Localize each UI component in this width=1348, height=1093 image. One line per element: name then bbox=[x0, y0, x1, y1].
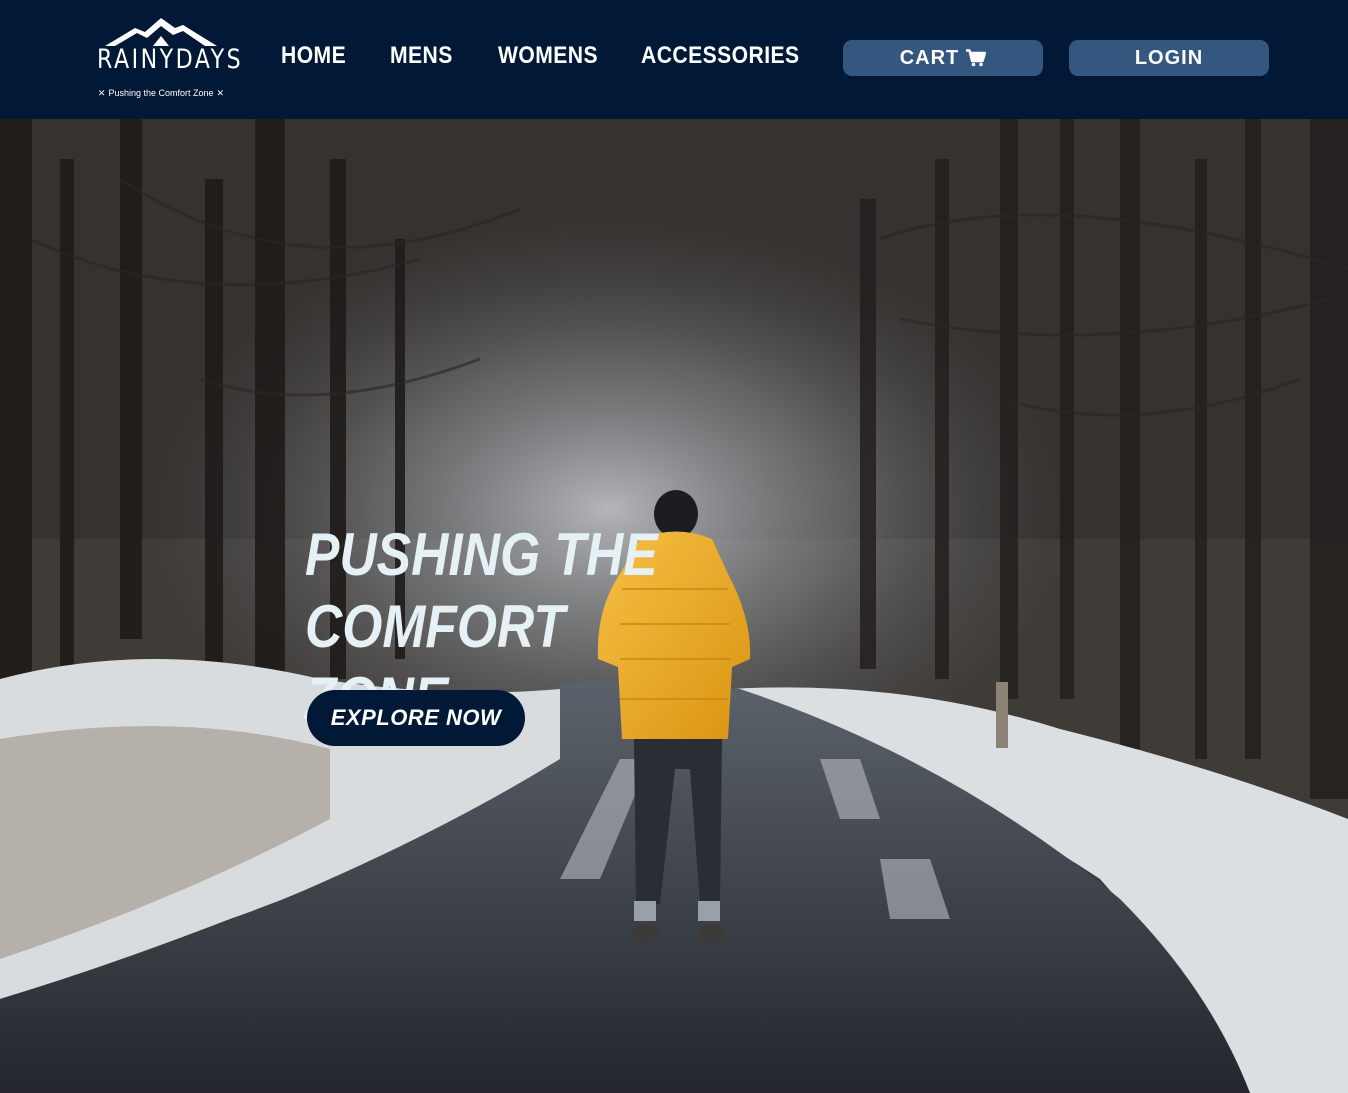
hero-title-line1: PUSHING THE COMFORT bbox=[305, 521, 658, 660]
nav-item-mens[interactable]: MENS bbox=[390, 42, 453, 70]
nav-item-womens[interactable]: WOMENS bbox=[498, 42, 598, 70]
logo-tagline-text: Pushing the Comfort Zone bbox=[108, 88, 214, 98]
login-button[interactable]: LOGIN bbox=[1069, 40, 1269, 76]
cart-button-label: CART bbox=[899, 46, 960, 69]
hero-section: PUSHING THE COMFORT ZONE EXPLORE NOW bbox=[0, 119, 1348, 1093]
tagline-mark-right: ✕ bbox=[216, 88, 225, 98]
nav-item-home[interactable]: HOME bbox=[281, 42, 346, 70]
cart-button[interactable]: CART bbox=[843, 40, 1043, 76]
tagline-mark-left: ✕ bbox=[97, 88, 106, 98]
site-header: RAINYDAYS ✕ Pushing the Comfort Zone ✕ HOM… bbox=[0, 0, 1348, 119]
nav-item-accessories[interactable]: ACCESSORIES bbox=[641, 42, 800, 70]
site-logo[interactable]: RAINYDAYS ✕ Pushing the Comfort Zone ✕ bbox=[83, 14, 244, 104]
logo-tagline: ✕ Pushing the Comfort Zone ✕ bbox=[83, 88, 239, 99]
shopping-cart-icon bbox=[966, 49, 987, 67]
logo-brand-text: RAINYDAYS bbox=[97, 44, 244, 75]
explore-now-button[interactable]: EXPLORE NOW bbox=[307, 690, 525, 746]
